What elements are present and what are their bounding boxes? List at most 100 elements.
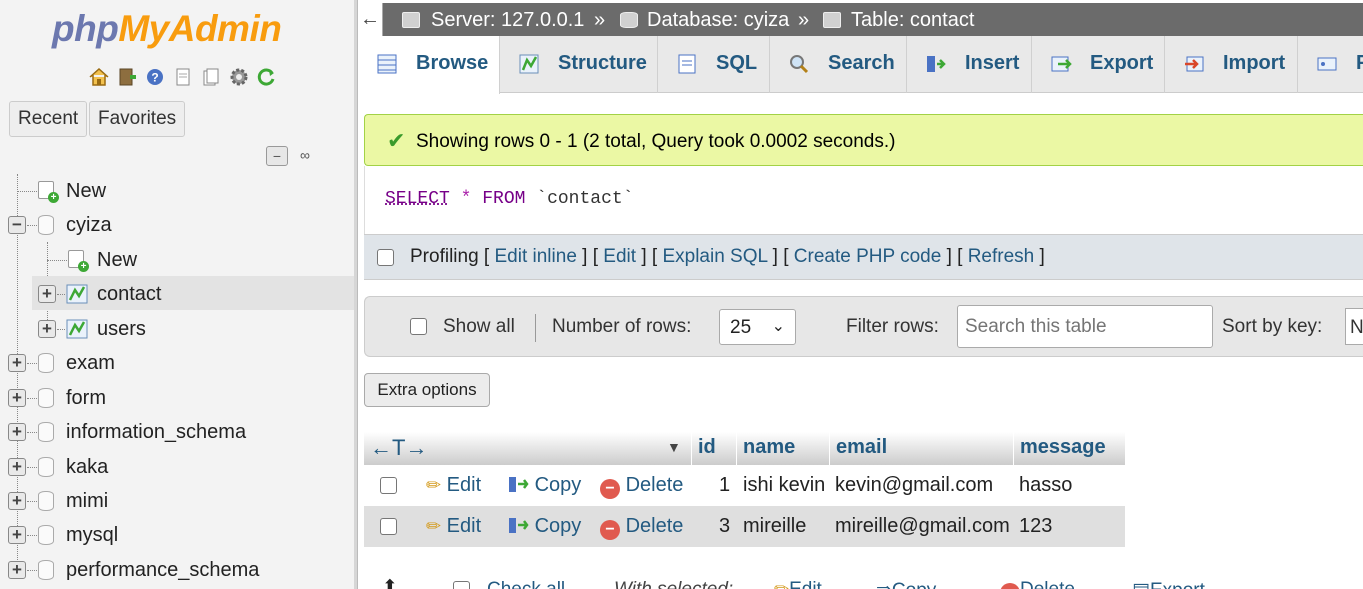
tab-browse[interactable]: Browse [358,36,500,94]
tab-sql[interactable]: SQL [658,36,770,93]
docs-copy-icon[interactable] [200,66,222,88]
cell-message[interactable]: 123 [1019,515,1052,538]
settings-icon[interactable] [228,66,250,88]
tab-export[interactable]: Export [1032,36,1165,93]
show-all-checkbox[interactable] [410,318,427,335]
sql-query[interactable]: SELECT * FROM `contact` [385,189,634,209]
database-icon [38,491,54,511]
database-icon [38,388,54,408]
tree-item-new[interactable]: + New [0,174,354,208]
tab-import[interactable]: Import [1165,36,1298,93]
breadcrumb-database[interactable]: Database: cyiza [647,9,789,32]
bulk-delete-button[interactable]: −Delete [1000,579,1075,589]
expand-icon[interactable]: + [8,423,26,441]
cell-id[interactable]: 1 [719,474,730,497]
breadcrumb-table[interactable]: Table: contact [851,9,974,32]
bulk-edit-button[interactable]: ✏Edit [774,579,822,589]
row-checkbox[interactable] [380,518,397,535]
cell-id[interactable]: 3 [719,515,730,538]
profiling-label: Profiling [410,246,479,267]
tree-item-users[interactable]: + users [0,312,354,346]
tree-item-label: information_schema [66,421,247,443]
edit-label: Edit [446,515,482,537]
profiling-checkbox[interactable] [377,249,394,266]
cell-name[interactable]: mireille [743,515,806,538]
cell-message[interactable]: hasso [1019,474,1072,497]
expand-icon[interactable]: + [8,458,26,476]
collapse-icon[interactable]: − [8,216,26,234]
home-icon[interactable] [88,66,110,88]
expand-icon[interactable]: + [38,320,56,338]
column-header-message[interactable]: message [1013,432,1125,465]
edit-row-button[interactable]: ✏ Edit [426,515,481,538]
tab-search[interactable]: Search [770,36,907,93]
bulk-copy-label: Copy [892,580,936,589]
check-all-link[interactable]: Check all [487,579,565,589]
expand-icon[interactable]: + [8,389,26,407]
tab-structure[interactable]: Structure [500,36,658,93]
bulk-copy-button[interactable]: ⇛Copy [876,579,936,589]
expand-icon[interactable]: + [38,285,56,303]
extra-options-button[interactable]: Extra options [364,373,490,407]
delete-row-button[interactable]: − Delete [600,515,683,540]
favorites-button[interactable]: Favorites [89,101,186,137]
column-label: email [836,436,888,458]
column-header-name[interactable]: name [736,432,829,465]
cell-email[interactable]: mireille@gmail.com [835,515,1010,538]
logo-admin-text: Admin [168,8,282,49]
collapse-all-icon[interactable]: − [266,146,288,166]
sql-query-box[interactable]: SELECT * FROM `contact` [364,166,1363,234]
search-this-table-input[interactable] [957,305,1213,348]
link-icon[interactable]: ∞ [294,146,316,166]
tree-item-information-schema[interactable]: + information_schema [0,415,354,449]
sort-dropdown-icon[interactable]: ▼ [667,432,681,463]
tree-item-kaka[interactable]: + kaka [0,450,354,484]
edit-link[interactable]: Edit [603,246,636,267]
column-resize-handle[interactable]: ←T→ ▼ [364,432,691,465]
tree-item-contact-content[interactable]: + contact [0,277,354,311]
number-of-rows-select[interactable]: 25 ⌄ [719,309,796,345]
tree-item-mimi[interactable]: + mimi [0,484,354,518]
create-php-code-link[interactable]: Create PHP code [794,246,942,267]
explain-sql-link[interactable]: Explain SQL [662,246,767,267]
cell-email[interactable]: kevin@gmail.com [835,474,993,497]
expand-icon[interactable]: + [8,561,26,579]
copy-row-button[interactable]: Copy [507,474,581,497]
bulk-export-button[interactable]: ▤Export [1132,579,1205,589]
help-icon[interactable]: ? [144,66,166,88]
edit-row-button[interactable]: ✏ Edit [426,474,481,497]
expand-icon[interactable]: + [8,354,26,372]
column-header-email[interactable]: email [829,432,1013,465]
delete-row-button[interactable]: − Delete [600,474,683,499]
expand-icon[interactable]: + [8,492,26,510]
cell-name[interactable]: ishi kevin [743,474,825,497]
row-checkbox[interactable] [380,477,397,494]
delete-label: Delete [625,515,684,537]
tree-item-new-table[interactable]: + New [0,243,354,277]
tab-insert[interactable]: Insert [907,36,1032,93]
tree-item-exam[interactable]: + exam [0,346,354,380]
reload-icon[interactable] [256,66,278,88]
phpmyadmin-logo[interactable]: phpMyAdmin [52,8,282,50]
tab-privileges[interactable]: P [1298,36,1363,93]
copy-row-button[interactable]: Copy [507,515,581,538]
check-all-checkbox[interactable] [453,581,470,589]
expand-icon[interactable]: + [8,526,26,544]
tree-item-mysql[interactable]: + mysql [0,518,354,552]
docs-icon[interactable] [172,66,194,88]
refresh-link[interactable]: Refresh [968,246,1035,267]
success-message: ✔ Showing rows 0 - 1 (2 total, Query too… [364,114,1363,166]
edit-inline-link[interactable]: Edit inline [495,246,577,267]
sort-by-key-select[interactable]: N [1345,308,1363,345]
tree-item-cyiza[interactable]: − cyiza [0,208,354,242]
tree-item-form[interactable]: + form [0,381,354,415]
sql-star: * [460,189,472,209]
back-arrow-icon[interactable]: ← [358,3,383,36]
logout-icon[interactable] [116,66,138,88]
tree-item-performance-schema[interactable]: + performance_schema [0,553,354,587]
recent-button[interactable]: Recent [9,101,88,137]
column-header-id[interactable]: id [691,432,736,465]
sql-keyword-select[interactable]: SELECT [385,189,450,209]
breadcrumb-server[interactable]: Server: 127.0.0.1 [431,9,584,32]
resize-arrows-icon[interactable]: ←T→ [370,435,427,460]
